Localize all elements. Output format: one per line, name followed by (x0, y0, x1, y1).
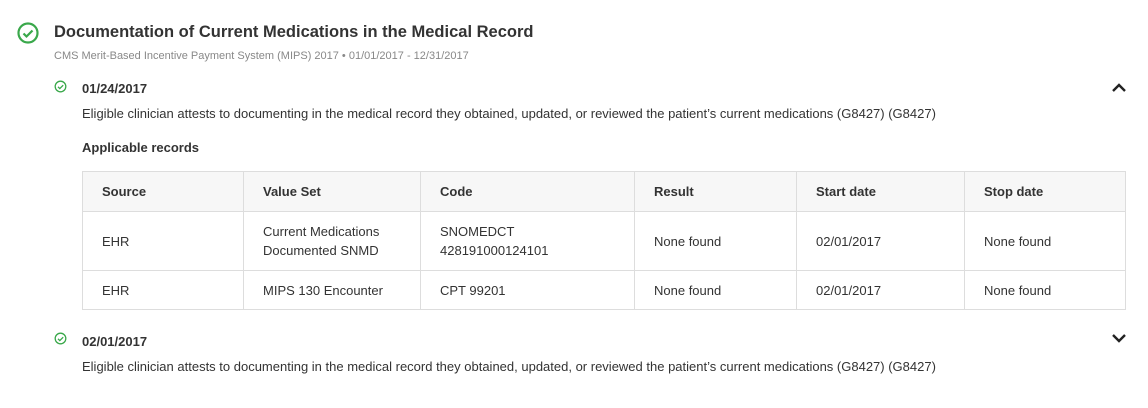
header-start-date: Start date (796, 171, 965, 212)
check-circle-icon (54, 80, 67, 93)
cell-value-set: Current Medications Documented SNMD (243, 211, 421, 271)
header-source: Source (82, 171, 244, 212)
applicable-records-label: Applicable records (82, 140, 200, 155)
cell-source: EHR (82, 211, 244, 271)
header-stop-date: Stop date (964, 171, 1126, 212)
records-table: Source Value Set Code Result Start date … (82, 171, 1126, 310)
chevron-down-icon[interactable] (1110, 331, 1128, 345)
cell-code: SNOMEDCT 428191000124101 (420, 211, 635, 271)
header-code: Code (420, 171, 635, 212)
cell-result: None found (634, 270, 797, 310)
table-header-row: Source Value Set Code Result Start date … (82, 171, 1126, 212)
header-result: Result (634, 171, 797, 212)
measure-subtitle: CMS Merit-Based Incentive Payment System… (54, 50, 469, 62)
header-value-set: Value Set (243, 171, 421, 212)
chevron-up-icon[interactable] (1110, 80, 1128, 94)
cell-start-date: 02/01/2017 (796, 211, 965, 271)
cell-code: CPT 99201 (420, 270, 635, 310)
encounter-date: 01/24/2017 (82, 81, 148, 96)
cell-result: None found (634, 211, 797, 271)
measure-title: Documentation of Current Medications in … (54, 23, 534, 41)
cell-start-date: 02/01/2017 (796, 270, 965, 310)
table-row: EHR Current Medications Documented SNMD S… (82, 211, 1126, 271)
cell-source: EHR (82, 270, 244, 310)
table-row: EHR MIPS 130 Encounter CPT 99201 None fo… (82, 270, 1126, 310)
check-circle-icon (54, 332, 67, 345)
value-set-line: Documented SNMD (263, 243, 379, 258)
code-line: SNOMEDCT (440, 224, 515, 239)
encounter-description: Eligible clinician attests to documentin… (82, 106, 936, 121)
cell-value-set: MIPS 130 Encounter (243, 270, 421, 310)
cell-stop-date: None found (964, 270, 1126, 310)
check-circle-icon (17, 22, 39, 44)
cell-stop-date: None found (964, 211, 1126, 271)
encounter-description: Eligible clinician attests to documentin… (82, 359, 936, 374)
encounter-date: 02/01/2017 (82, 334, 148, 349)
code-line: 428191000124101 (440, 243, 549, 258)
value-set-line: Current Medications (263, 224, 380, 239)
